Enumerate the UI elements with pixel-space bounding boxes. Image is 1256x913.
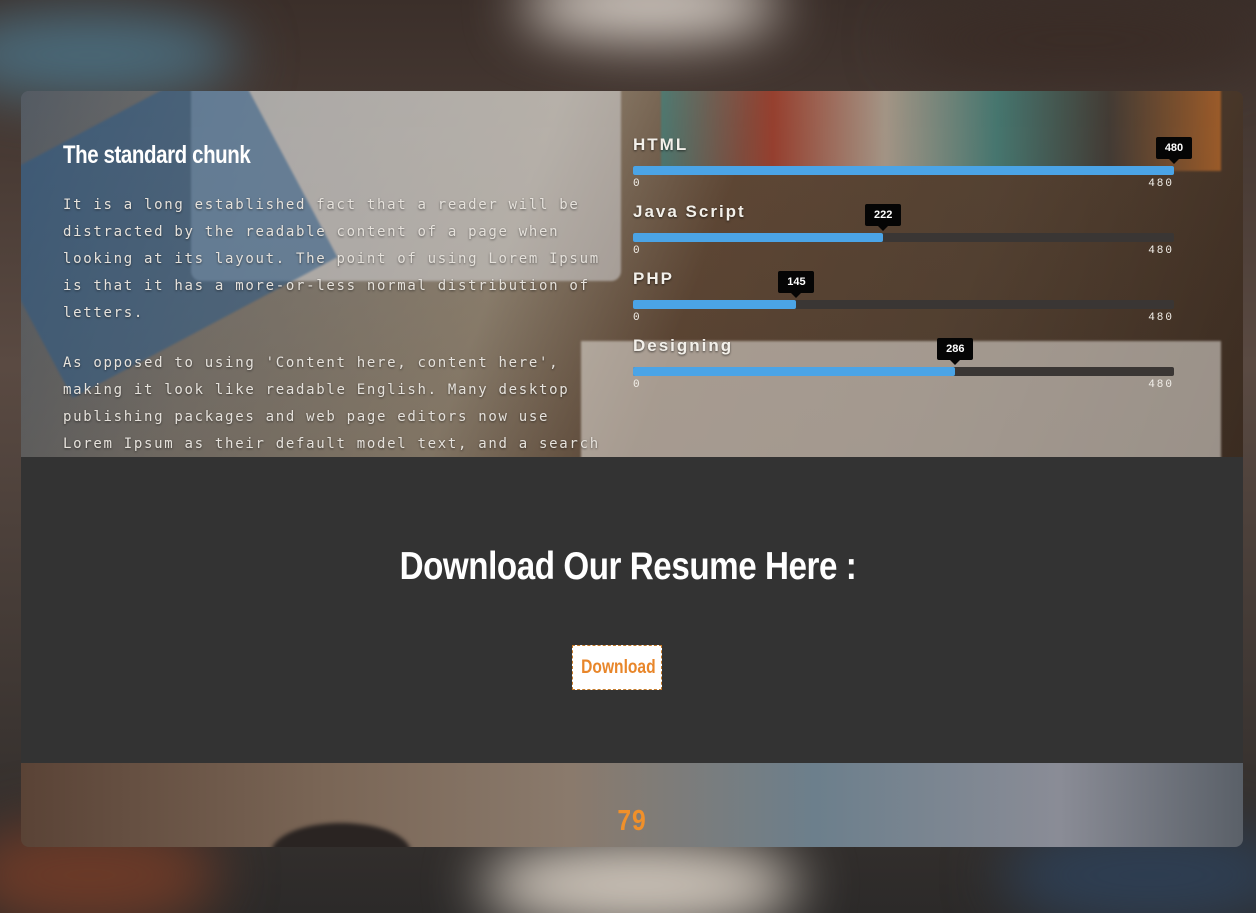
section-title: The standard chunk bbox=[63, 141, 251, 169]
max-label: 480 bbox=[1148, 245, 1174, 257]
value-bubble: 145 bbox=[778, 271, 815, 298]
counter-value: 79 bbox=[617, 805, 647, 837]
intro-paragraph: As opposed to using 'Content here, conte… bbox=[63, 355, 600, 452]
skill-track bbox=[633, 166, 1174, 175]
skill-track bbox=[633, 233, 1174, 242]
skill-fill bbox=[633, 300, 797, 309]
min-label: 0 bbox=[633, 312, 642, 324]
intro-paragraph: It is a long established fact that a rea… bbox=[63, 197, 600, 321]
skill-bar-php: PHP 145 0 480 bbox=[633, 269, 1174, 336]
main-card: The standard chunk It is a long establis… bbox=[21, 91, 1243, 847]
skill-label: HTML bbox=[633, 135, 689, 154]
max-label: 480 bbox=[1148, 379, 1174, 391]
min-label: 0 bbox=[633, 245, 642, 257]
value-bubble: 222 bbox=[865, 204, 902, 231]
skill-bar-designing: Designing 286 0 480 bbox=[633, 336, 1174, 403]
value-bubble: 480 bbox=[1156, 137, 1192, 164]
skill-fill bbox=[633, 367, 956, 376]
skill-fill bbox=[633, 166, 1174, 175]
skill-label: Designing bbox=[633, 336, 734, 355]
download-section: Download Our Resume Here : Download bbox=[21, 457, 1243, 763]
download-title: Download Our Resume Here : bbox=[399, 545, 857, 588]
value-bubble: 286 bbox=[937, 338, 974, 365]
skill-track bbox=[633, 300, 1174, 309]
max-label: 480 bbox=[1148, 178, 1174, 190]
skill-label: Java Script bbox=[633, 202, 746, 221]
counter-section: 79 bbox=[21, 763, 1243, 847]
min-label: 0 bbox=[633, 379, 642, 391]
skill-bar-html: HTML 480 0 480 bbox=[633, 135, 1192, 202]
skill-bars: HTML 480 0 480 Java Script 222 0 480 PHP… bbox=[633, 135, 1192, 403]
skill-label: PHP bbox=[633, 269, 674, 288]
skill-bar-javascript: Java Script 222 0 480 bbox=[633, 202, 1174, 269]
intro-text-column: The standard chunk It is a long establis… bbox=[63, 141, 608, 457]
skill-fill bbox=[633, 233, 884, 242]
skills-section: The standard chunk It is a long establis… bbox=[21, 91, 1243, 457]
skill-track bbox=[633, 367, 1174, 376]
download-button-label: Download bbox=[581, 656, 656, 678]
max-label: 480 bbox=[1148, 312, 1174, 324]
min-label: 0 bbox=[633, 178, 642, 190]
download-button[interactable]: Download bbox=[572, 645, 662, 690]
